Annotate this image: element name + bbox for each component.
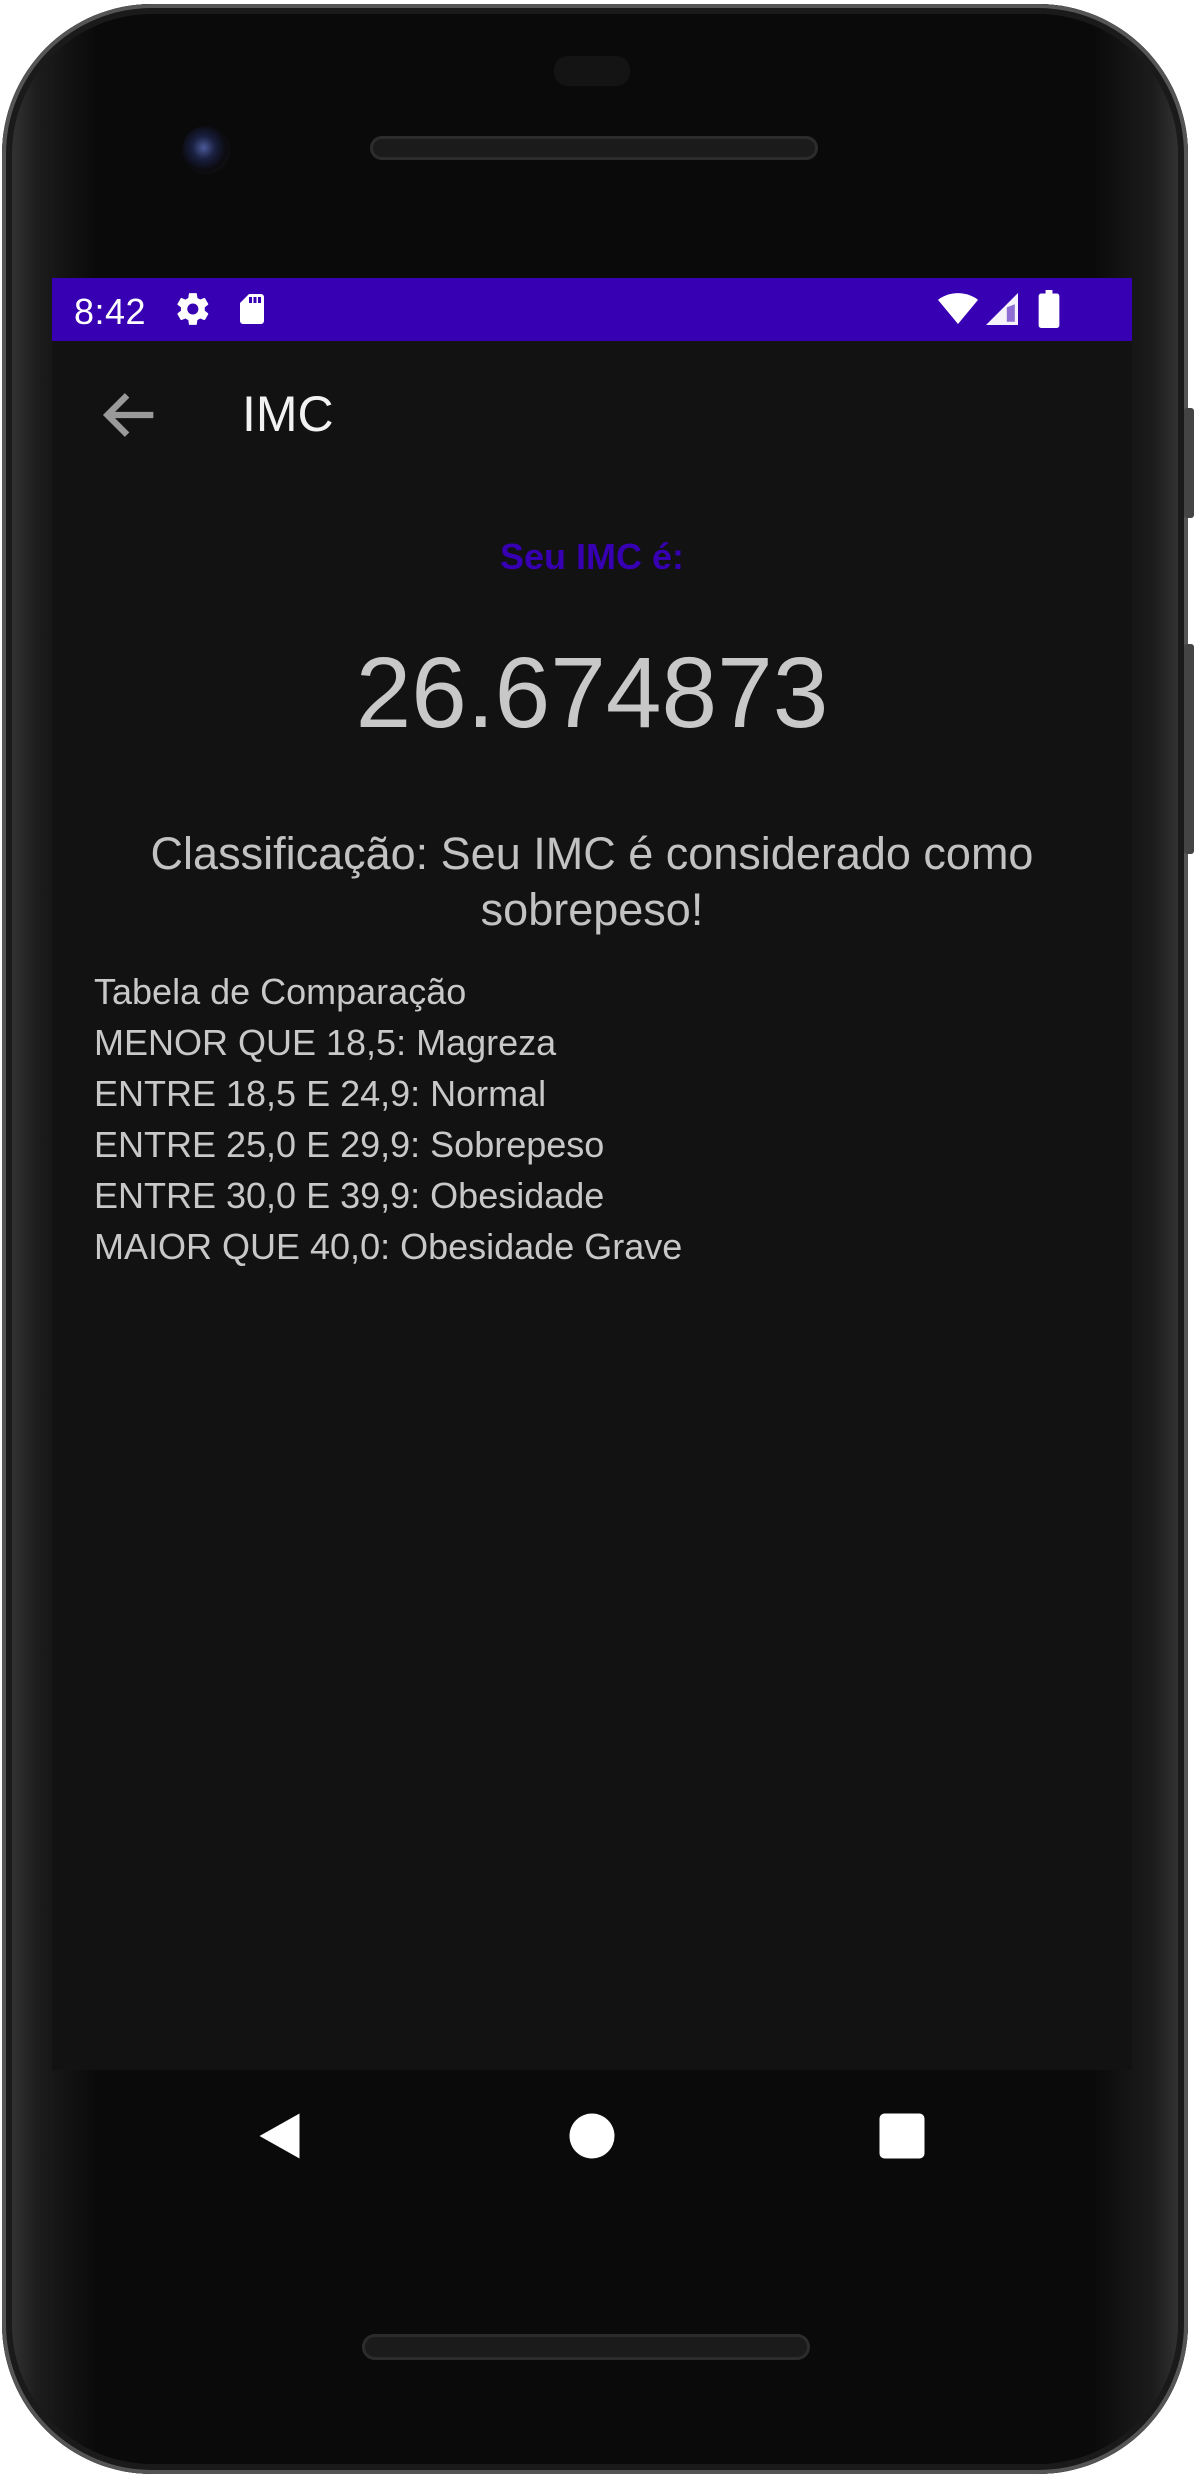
battery-icon [1038, 290, 1060, 328]
sd-card-icon [240, 294, 264, 324]
power-button [1184, 408, 1194, 518]
comparison-row: MAIOR QUE 40,0: Obesidade Grave [94, 1226, 683, 1267]
comparison-row: ENTRE 30,0 E 39,9: Obesidade [94, 1175, 605, 1216]
status-time: 8:42 [74, 291, 147, 332]
comparison-row: MENOR QUE 18,5: Magreza [94, 1022, 557, 1063]
wifi-icon [938, 293, 978, 324]
comparison-table: Tabela de Comparação MENOR QUE 18,5: Mag… [94, 966, 682, 1272]
front-camera-icon [182, 126, 230, 174]
page-title: IMC [242, 386, 334, 442]
app-bar: IMC [52, 341, 1132, 488]
app-screen: 8:42 IMC Seu IMC é: 26.674873 Classifica… [52, 278, 1132, 2070]
arrow-back-icon[interactable] [90, 377, 166, 453]
gear-icon [177, 293, 209, 325]
classification-text: Classificação: Seu IMC é considerado com… [150, 828, 1034, 935]
earpiece-speaker [370, 136, 818, 160]
status-bar: 8:42 [52, 278, 1132, 341]
comparison-row: ENTRE 18,5 E 24,9: Normal [94, 1073, 547, 1114]
comparison-table-title: Tabela de Comparação [94, 971, 467, 1012]
proximity-sensor [554, 56, 630, 86]
imc-value: 26.674873 [355, 637, 829, 749]
volume-button [1184, 644, 1194, 854]
home-circle-icon[interactable] [562, 2106, 622, 2166]
comparison-row: ENTRE 25,0 E 29,9: Sobrepeso [94, 1124, 605, 1165]
signal-icon [986, 293, 1018, 325]
imc-label: Seu IMC é: [499, 536, 685, 577]
back-triangle-icon[interactable] [252, 2106, 312, 2166]
recents-square-icon[interactable] [872, 2106, 932, 2166]
bottom-speaker [362, 2334, 810, 2360]
system-nav-bar [52, 2070, 1132, 2202]
